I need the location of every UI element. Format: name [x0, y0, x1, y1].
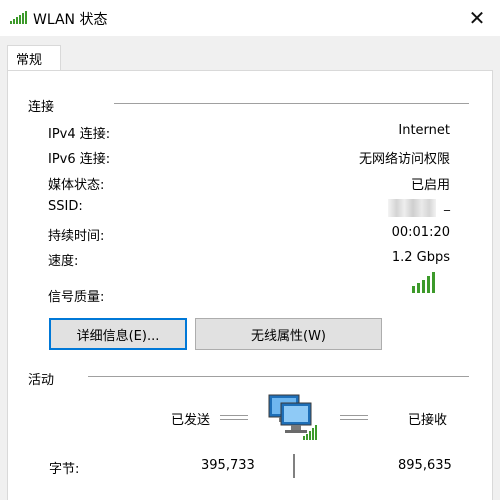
media-state-label: 媒体状态:	[48, 178, 105, 193]
title-bar: WLAN 状态 ✕	[0, 0, 500, 36]
signal-quality-label: 信号质量:	[48, 290, 105, 305]
received-label: 已接收	[408, 413, 448, 428]
window-title: WLAN 状态	[33, 12, 108, 28]
bytes-divider	[293, 454, 295, 478]
signal-bars-icon	[412, 272, 435, 293]
duration-label: 持续时间:	[48, 229, 105, 244]
speed-label: 速度:	[48, 254, 79, 269]
bytes-sent-value: 395,733	[201, 458, 255, 473]
activity-divider	[88, 376, 469, 377]
ipv4-label: IPv4 连接:	[48, 127, 111, 142]
ssid-redacted	[388, 199, 436, 217]
network-computers-icon	[268, 394, 317, 440]
media-state-value: 已启用	[410, 178, 450, 193]
activity-header: 活动	[28, 373, 55, 388]
duration-value: 00:01:20	[391, 225, 450, 240]
details-button[interactable]: 详细信息(E)...	[49, 318, 187, 350]
bytes-label: 字节:	[49, 462, 80, 477]
details-button-label: 详细信息(E)...	[76, 328, 160, 344]
wireless-properties-button[interactable]: 无线属性(W)	[195, 318, 382, 350]
close-icon: ✕	[468, 6, 486, 30]
ssid-value: _	[444, 197, 450, 211]
connection-divider	[114, 103, 469, 104]
ipv6-label: IPv6 连接:	[48, 152, 111, 167]
tab-general[interactable]: 常规	[7, 45, 61, 71]
wireless-properties-button-label: 无线属性(W)	[251, 328, 326, 344]
speed-value: 1.2 Gbps	[391, 250, 450, 265]
close-button[interactable]: ✕	[454, 0, 500, 36]
ipv4-value: Internet	[398, 123, 450, 138]
wifi-signal-icon	[10, 11, 27, 24]
bytes-received-value: 895,635	[398, 458, 452, 473]
dialog-panel: 连接 IPv4 连接: Internet IPv6 连接: 无网络访问权限 媒体…	[0, 70, 500, 500]
ipv6-value: 无网络访问权限	[358, 152, 450, 167]
sent-activity-indicator	[220, 415, 248, 420]
ssid-label: SSID:	[48, 199, 83, 214]
tab-content: 连接 IPv4 连接: Internet IPv6 连接: 无网络访问权限 媒体…	[7, 70, 493, 500]
tab-general-label: 常规	[16, 53, 43, 68]
sent-label: 已发送	[171, 413, 211, 428]
tab-strip: 常规	[0, 36, 500, 71]
connection-header: 连接	[28, 100, 55, 115]
received-activity-indicator	[340, 415, 368, 420]
